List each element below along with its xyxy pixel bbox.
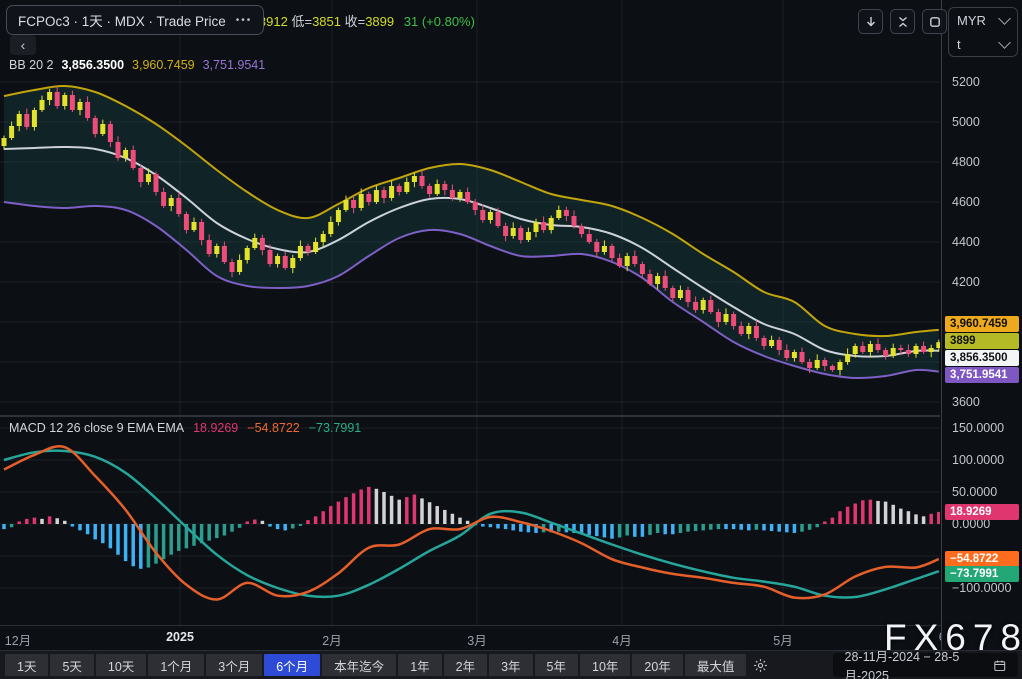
price-axis-tick: 3600 [952,395,980,409]
price-level-badge: 3899 [945,333,1019,349]
macd-axis-tick: 150.0000 [952,421,1005,435]
macd-hist-value: 18.9269 [193,421,239,435]
range-button[interactable]: 10天 [95,654,147,676]
macd-axis-tick: 100.0000 [952,453,1005,467]
symbol-title: FCPOc3 · 1天 · MDX · Trade Price [18,14,226,29]
macd-indicator-legend[interactable]: MACD 12 26 close 9 EMA EMA 18.9269 −54.872… [9,421,361,435]
price-axis-tick: 4800 [952,155,980,169]
bb-title: BB 20 2 [9,58,54,72]
currency-value: MYR [957,12,986,28]
symbol-tab[interactable]: FCPOc3 · 1天 · MDX · Trade Price ••• [6,5,265,35]
settings-button[interactable] [749,654,772,676]
date-range-text: 28-11月-2024 − 28-5月-2025 [844,650,960,679]
range-button[interactable]: 20年 [632,654,683,676]
macd-pane-canvas[interactable] [0,417,940,625]
price-axis-tick: 4200 [952,275,980,289]
time-axis-label: 2025 [166,630,194,644]
collapse-pane-button[interactable] [890,9,915,34]
time-axis-label: 12月 [4,634,32,648]
time-axis-label: 4月 [612,634,632,648]
calendar-icon [994,660,1006,671]
range-button-active[interactable]: 6个月 [264,654,321,676]
price-level-badge: 3,751.9541 [945,367,1019,383]
unit-dropdown[interactable]: t [949,32,1017,56]
back-button[interactable]: ‹ [10,35,36,55]
macd-level-badge: 18.9269 [945,504,1019,520]
arrow-down-icon [866,16,875,26]
chevron-left-icon: ‹ [20,37,26,53]
date-range-picker[interactable]: 28-11月-2024 − 28-5月-2025 [832,650,1018,679]
currency-dropdown[interactable]: MYR [949,8,1017,32]
price-level-badge: 3,856.3500 [945,350,1019,366]
bb-indicator-legend[interactable]: BB 20 2 3,856.3500 3,960.7459 3,751.9541 [9,58,265,72]
trading-chart-app: FCPOc3 · 1天 · MDX · Trade Price ••• 870 … [0,0,1022,679]
range-button[interactable]: 1天 [5,654,49,676]
price-axis-column[interactable]: MYR t 5200 5000 4800 4600 4400 4200 3600 150.00… [941,0,1022,650]
time-axis-label: 5月 [773,634,793,648]
range-button[interactable]: 本年迄今 [322,654,397,676]
more-options-icon[interactable]: ••• [236,15,253,26]
range-button-group: 1天 5天 10天 1个月 3个月 6个月 本年迄今 1年 2年 3年 5年 10年 20年 最大值 [4,654,747,676]
gear-icon [754,658,768,672]
price-axis-tick: 4600 [952,195,980,209]
range-button[interactable]: 1年 [398,654,442,676]
ohlc-close: 3899 [365,14,395,29]
macd-level-badge: −54.8722 [945,551,1019,567]
price-axis-tick: 5000 [952,115,980,129]
price-change: 31 (+0.80%) [403,14,475,29]
range-button[interactable]: 5天 [50,654,94,676]
bottom-toolbar: 1天 5天 10天 1个月 3个月 6个月 本年迄今 1年 2年 3年 5年 10年 20年 最大值 28… [0,650,1022,679]
range-button[interactable]: 3个月 [206,654,263,676]
range-button[interactable]: 10年 [580,654,631,676]
macd-axis-tick: 50.0000 [952,485,998,499]
macd-signal-value: −73.7991 [308,421,362,435]
maximize-pane-button[interactable] [922,9,947,34]
maximize-icon [929,16,940,27]
bb-upper-value: 3,960.7459 [132,58,195,72]
collapse-icon [898,16,907,27]
price-axis-tick: 5200 [952,75,980,89]
macd-title: MACD 12 26 close 9 EMA EMA [9,421,185,435]
pane-button-group [858,9,947,34]
price-axis-tick: 4400 [952,235,980,249]
time-axis-label: 3月 [467,634,487,648]
macd-axis-tick: −100.0000 [952,581,1012,595]
time-axis[interactable]: 12月20252月3月4月5月6月 [0,626,951,662]
macd-line-value: −54.8722 [247,421,300,435]
range-button[interactable]: 最大值 [684,654,747,676]
range-button[interactable]: 1个月 [148,654,205,676]
ohlc-low: 3851 [312,14,341,29]
price-level-badge: 3,960.7459 [945,316,1019,332]
macd-level-badge: −73.7991 [945,566,1019,582]
move-pane-down-button[interactable] [858,9,883,34]
bb-lower-value: 3,751.9541 [202,58,266,72]
unit-value: t [957,36,961,52]
time-axis-label: 2月 [322,634,342,648]
bb-basis-value: 3,856.3500 [61,58,125,72]
chevron-down-icon [998,35,1011,49]
range-button[interactable]: 3年 [489,654,533,676]
range-button[interactable]: 2年 [443,654,488,676]
chevron-down-icon [998,11,1011,25]
currency-unit-selector: MYR t [948,7,1018,57]
range-button[interactable]: 5年 [534,654,578,676]
